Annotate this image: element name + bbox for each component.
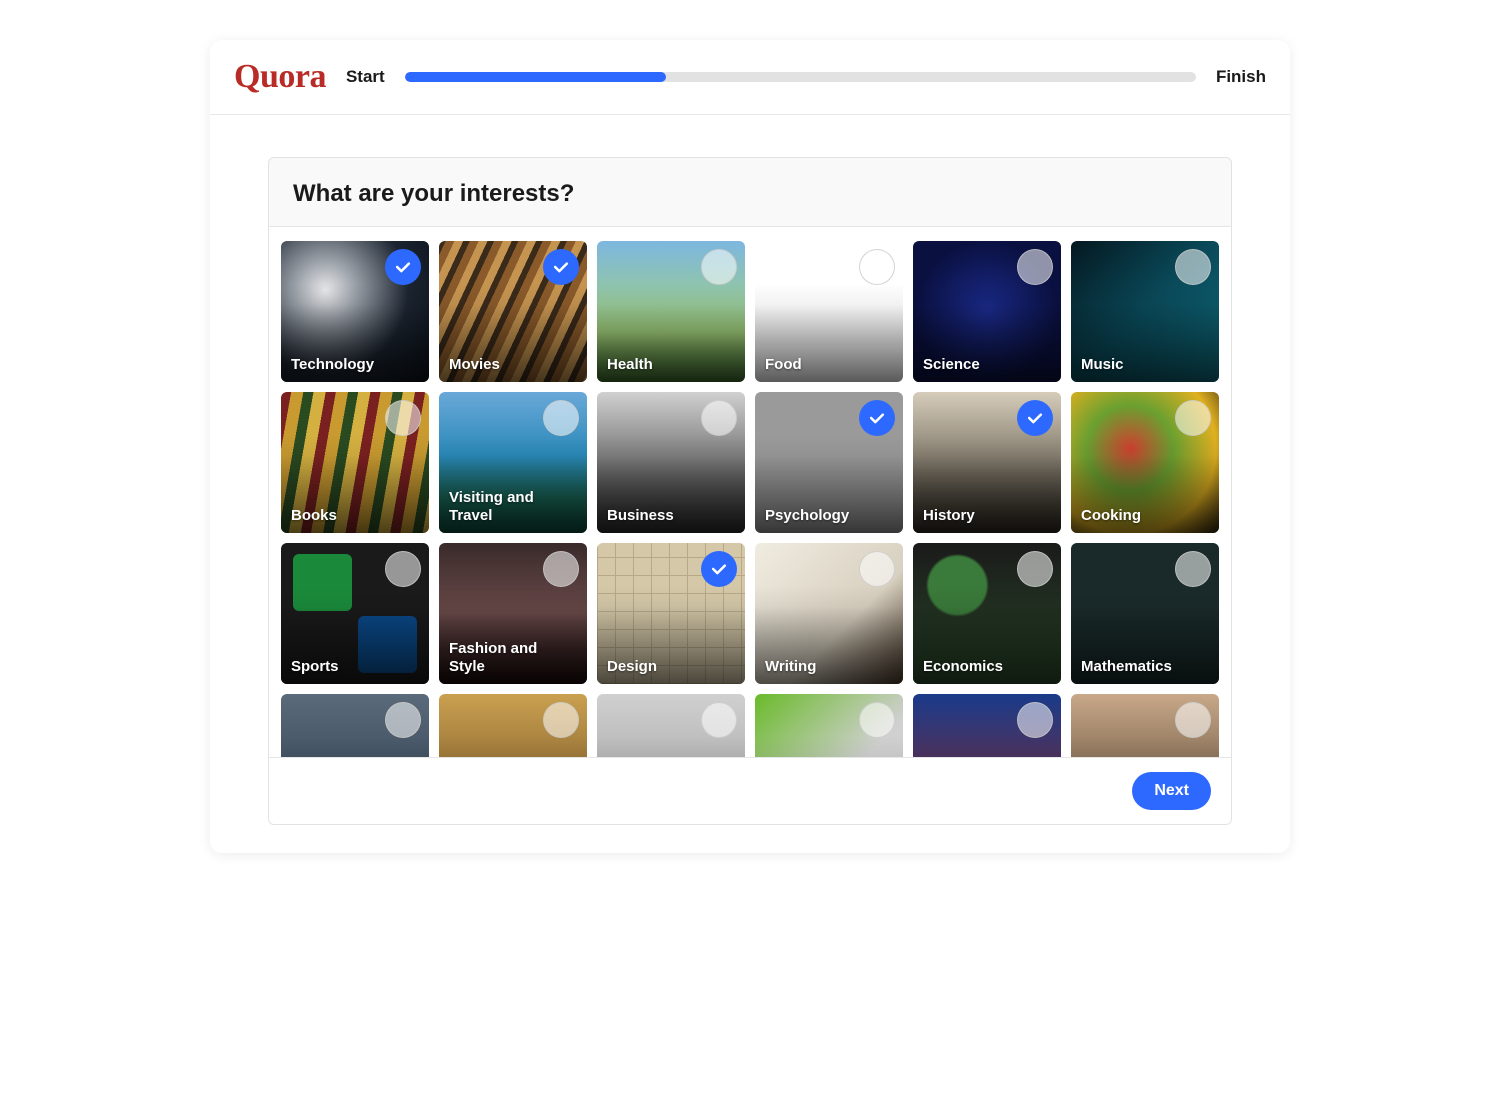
- checkmark-unselected-icon[interactable]: [701, 702, 737, 738]
- interest-label: Writing: [765, 658, 893, 676]
- interest-label: Psychology: [765, 507, 893, 525]
- interest-tile[interactable]: Food: [755, 241, 903, 382]
- interest-tile[interactable]: Health: [597, 241, 745, 382]
- interest-tile[interactable]: Movies: [439, 241, 587, 382]
- interests-scroll-area[interactable]: Technology Movies Health Food Science Music Bo…: [269, 227, 1231, 757]
- checkmark-unselected-icon[interactable]: [1175, 400, 1211, 436]
- checkmark-unselected-icon[interactable]: [701, 400, 737, 436]
- interests-grid: Technology Movies Health Food Science Music Bo…: [281, 241, 1219, 757]
- interest-tile[interactable]: Science: [913, 241, 1061, 382]
- checkmark-unselected-icon[interactable]: [1175, 249, 1211, 285]
- checkmark-unselected-icon[interactable]: [385, 400, 421, 436]
- onboarding-card: Quora Start Finish What are your interes…: [210, 40, 1290, 853]
- interest-label: Economics: [923, 658, 1051, 676]
- panel-footer: Next: [269, 757, 1231, 824]
- checkmark-unselected-icon[interactable]: [1175, 551, 1211, 587]
- interest-label: Food: [765, 356, 893, 374]
- interest-label: Technology: [291, 356, 419, 374]
- checkmark-unselected-icon[interactable]: [859, 249, 895, 285]
- progress-bar: [405, 72, 1196, 82]
- progress-fill: [405, 72, 666, 82]
- interest-label: Science: [923, 356, 1051, 374]
- checkmark-unselected-icon[interactable]: [543, 400, 579, 436]
- checkmark-unselected-icon[interactable]: [385, 551, 421, 587]
- interests-panel: What are your interests? Technology Movie…: [268, 157, 1232, 825]
- interest-tile[interactable]: [597, 694, 745, 757]
- checkmark-unselected-icon[interactable]: [543, 551, 579, 587]
- interest-tile[interactable]: Cooking: [1071, 392, 1219, 533]
- interest-tile[interactable]: Technology: [281, 241, 429, 382]
- interest-tile[interactable]: Writing: [755, 543, 903, 684]
- interest-tile[interactable]: Fashion and Style: [439, 543, 587, 684]
- next-button[interactable]: Next: [1132, 772, 1211, 810]
- checkmark-unselected-icon[interactable]: [385, 702, 421, 738]
- interest-label: Mathematics: [1081, 658, 1209, 676]
- interest-tile[interactable]: Visiting and Travel: [439, 392, 587, 533]
- interest-tile[interactable]: Music: [1071, 241, 1219, 382]
- checkmark-selected-icon[interactable]: [859, 400, 895, 436]
- interest-label: Health: [607, 356, 735, 374]
- checkmark-selected-icon[interactable]: [701, 551, 737, 587]
- interest-label: Books: [291, 507, 419, 525]
- interest-tile[interactable]: Books: [281, 392, 429, 533]
- interest-tile[interactable]: [281, 694, 429, 757]
- panel-header: What are your interests?: [269, 158, 1231, 227]
- checkmark-unselected-icon[interactable]: [701, 249, 737, 285]
- checkmark-unselected-icon[interactable]: [1017, 702, 1053, 738]
- interest-tile[interactable]: Sports: [281, 543, 429, 684]
- interest-label: Movies: [449, 356, 577, 374]
- interest-tile[interactable]: [439, 694, 587, 757]
- checkmark-selected-icon[interactable]: [385, 249, 421, 285]
- interest-label: Music: [1081, 356, 1209, 374]
- panel-title: What are your interests?: [293, 180, 1207, 208]
- interest-tile[interactable]: Mathematics: [1071, 543, 1219, 684]
- interest-label: Design: [607, 658, 735, 676]
- interest-tile[interactable]: History: [913, 392, 1061, 533]
- interest-tile[interactable]: Design: [597, 543, 745, 684]
- interest-tile[interactable]: [1071, 694, 1219, 757]
- checkmark-selected-icon[interactable]: [1017, 400, 1053, 436]
- interest-label: History: [923, 507, 1051, 525]
- checkmark-unselected-icon[interactable]: [859, 551, 895, 587]
- progress-start-label: Start: [346, 67, 385, 87]
- checkmark-selected-icon[interactable]: [543, 249, 579, 285]
- checkmark-unselected-icon[interactable]: [1175, 702, 1211, 738]
- interest-tile[interactable]: [913, 694, 1061, 757]
- interest-label: Fashion and Style: [449, 640, 577, 676]
- interest-tile[interactable]: Psychology: [755, 392, 903, 533]
- interest-tile[interactable]: [755, 694, 903, 757]
- interest-label: Business: [607, 507, 735, 525]
- checkmark-unselected-icon[interactable]: [859, 702, 895, 738]
- content: What are your interests? Technology Movie…: [210, 115, 1290, 853]
- interest-tile[interactable]: Economics: [913, 543, 1061, 684]
- interest-label: Sports: [291, 658, 419, 676]
- logo: Quora: [234, 58, 326, 96]
- interest-label: Visiting and Travel: [449, 489, 577, 525]
- interest-tile[interactable]: Business: [597, 392, 745, 533]
- header: Quora Start Finish: [210, 40, 1290, 115]
- checkmark-unselected-icon[interactable]: [1017, 551, 1053, 587]
- interest-label: Cooking: [1081, 507, 1209, 525]
- checkmark-unselected-icon[interactable]: [1017, 249, 1053, 285]
- progress-finish-label: Finish: [1216, 67, 1266, 87]
- checkmark-unselected-icon[interactable]: [543, 702, 579, 738]
